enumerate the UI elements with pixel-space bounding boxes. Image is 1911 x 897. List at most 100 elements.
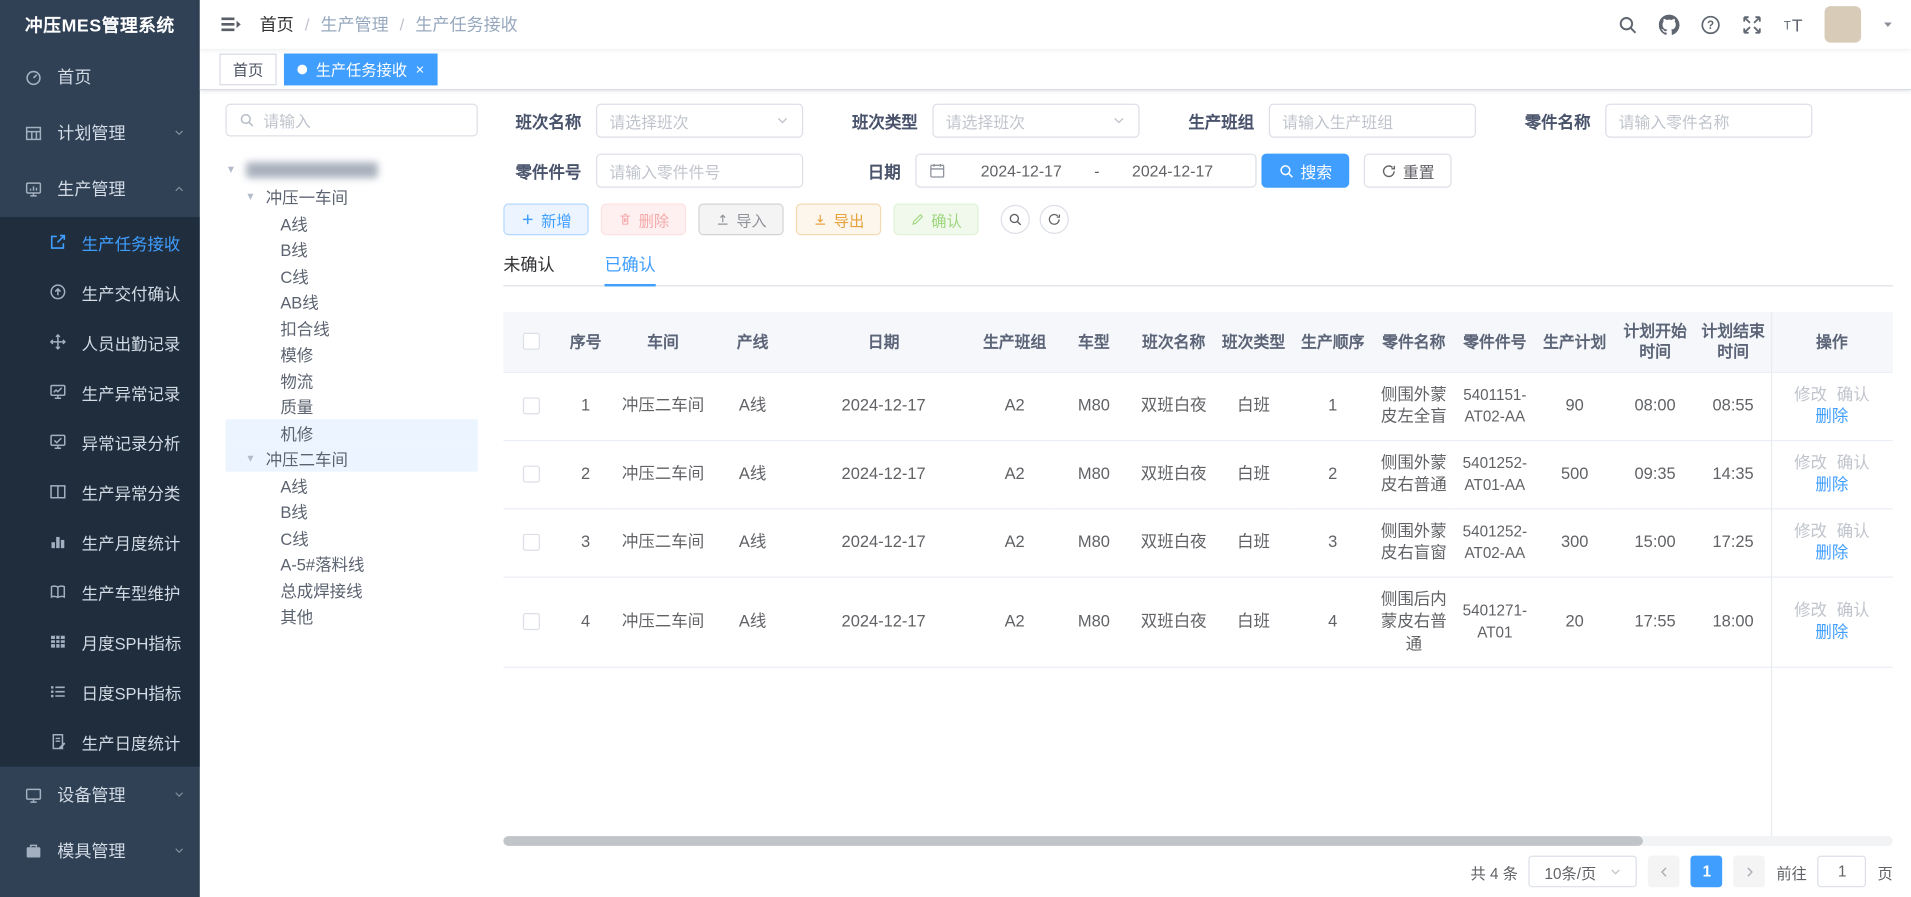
tree-node-label: 质量 <box>280 394 313 418</box>
prev-page-button[interactable] <box>1648 856 1680 888</box>
tab-confirmed[interactable]: 已确认 <box>605 252 656 285</box>
tree-node[interactable]: 扣合线 <box>225 314 477 340</box>
date-start[interactable]: 2024-12-17 <box>951 161 1092 179</box>
filter-part-no-input[interactable]: 请输入零件件号 <box>596 154 803 188</box>
row-action-confirm[interactable]: 确认 <box>1837 601 1870 619</box>
goto-page-input[interactable]: 1 <box>1818 856 1867 888</box>
date-range-picker[interactable]: 2024-12-17-2024-12-17 <box>915 154 1256 188</box>
sidebar-item-daily-stats[interactable]: 生产日度统计 <box>0 717 200 767</box>
tree-node[interactable]: A线 <box>225 472 477 498</box>
next-page-button[interactable] <box>1734 856 1766 888</box>
tree-node[interactable]: 质量 <box>225 393 477 419</box>
reset-button[interactable]: 重置 <box>1364 154 1452 188</box>
current-page-button[interactable]: 1 <box>1691 856 1723 888</box>
row-checkbox[interactable] <box>522 534 539 551</box>
search-circle-button[interactable] <box>1001 205 1030 234</box>
help-icon[interactable]: ? <box>1700 14 1721 35</box>
row-checkbox[interactable] <box>522 466 539 483</box>
row-action-delete[interactable]: 删除 <box>1815 623 1848 641</box>
sidebar-item-abnormal-analysis[interactable]: 异常记录分析 <box>0 417 200 467</box>
font-size-icon[interactable]: TT <box>1783 14 1804 35</box>
date-end[interactable]: 2024-12-17 <box>1102 161 1243 179</box>
row-action-edit[interactable]: 修改 <box>1794 385 1827 403</box>
sidebar-item-attendance-record[interactable]: 人员出勤记录 <box>0 317 200 367</box>
tree-node[interactable]: 机修 <box>225 419 477 445</box>
filter-team-input[interactable]: 请输入生产班组 <box>1269 104 1476 138</box>
row-checkbox[interactable] <box>522 613 539 630</box>
row-checkbox[interactable] <box>522 397 539 414</box>
tree-node[interactable]: A线 <box>225 210 477 236</box>
sidebar-item-abnormal-category[interactable]: 生产异常分类 <box>0 467 200 517</box>
sidebar-toggle-icon[interactable] <box>219 13 241 35</box>
tag-task-receive[interactable]: 生产任务接收× <box>284 53 438 85</box>
close-icon[interactable]: × <box>416 62 425 77</box>
dept-tree-panel: 请输入 ▾▾冲压一车间A线B线C线AB线扣合线模修物流质量机修▾冲压二车间A线B… <box>225 104 477 888</box>
tree-node[interactable]: 物流 <box>225 367 477 393</box>
tree-node[interactable]: 总成焊接线 <box>225 576 477 602</box>
sidebar-item-mold-mgmt[interactable]: 模具管理 <box>0 823 200 879</box>
refresh-circle-button[interactable] <box>1040 205 1069 234</box>
select-all-checkbox[interactable] <box>522 333 539 350</box>
tree-node[interactable]: ▾冲压二车间 <box>225 445 477 471</box>
user-avatar[interactable] <box>1825 6 1862 43</box>
tree-node[interactable]: C线 <box>225 524 477 550</box>
tree-node[interactable]: ▾ <box>225 157 477 183</box>
sidebar-item-monthly-stats[interactable]: 生产月度统计 <box>0 517 200 567</box>
sidebar-item-plan-mgmt[interactable]: 计划管理 <box>0 105 200 161</box>
table-row: 3冲压二车间A线2024-12-17A2M80双班白夜白班3侧围外蒙皮右盲窗54… <box>503 508 1892 576</box>
filter-shift-type-select[interactable]: 请选择班次 <box>932 104 1139 138</box>
placeholder: 请选择班次 <box>609 109 688 132</box>
cell-shift-type: 白班 <box>1214 440 1293 508</box>
tree-node[interactable]: B线 <box>225 498 477 524</box>
svg-text:T: T <box>1792 15 1803 35</box>
tree-search-input[interactable]: 请输入 <box>225 104 477 137</box>
row-action-confirm[interactable]: 确认 <box>1837 521 1870 539</box>
tab-unconfirmed[interactable]: 未确认 <box>503 252 554 285</box>
row-action-edit[interactable]: 修改 <box>1794 601 1827 619</box>
sidebar-item-production-mgmt[interactable]: 生产管理 <box>0 161 200 217</box>
search-icon[interactable] <box>1617 14 1638 35</box>
confirm-button[interactable]: 确认 <box>893 204 978 236</box>
fullscreen-icon[interactable] <box>1742 14 1763 35</box>
sidebar-item-device-mgmt[interactable]: 设备管理 <box>0 767 200 823</box>
breadcrumb-item[interactable]: 生产管理 <box>320 12 388 36</box>
filter-group-date: 日期2024-12-17-2024-12-17 <box>840 154 1257 188</box>
row-action-delete[interactable]: 删除 <box>1815 544 1848 562</box>
page-size-select[interactable]: 10条/页 <box>1529 856 1637 888</box>
tree-node[interactable]: 其他 <box>225 603 477 629</box>
cell-team: A2 <box>975 440 1054 508</box>
add-button[interactable]: 新增 <box>503 204 588 236</box>
tree-node[interactable]: 模修 <box>225 341 477 367</box>
row-action-delete[interactable]: 删除 <box>1815 475 1848 493</box>
sidebar-item-task-receive[interactable]: 生产任务接收 <box>0 217 200 267</box>
tree-node[interactable]: A-5#落料线 <box>225 550 477 576</box>
breadcrumb-separator: / <box>400 15 405 35</box>
move-icon <box>49 333 67 351</box>
export-button[interactable]: 导出 <box>796 204 881 236</box>
row-action-delete[interactable]: 删除 <box>1815 407 1848 425</box>
row-action-confirm[interactable]: 确认 <box>1837 453 1870 471</box>
horizontal-scrollbar-thumb[interactable] <box>503 836 1643 846</box>
tree-node[interactable]: AB线 <box>225 288 477 314</box>
tag-home[interactable]: 首页 <box>219 53 276 85</box>
row-action-confirm[interactable]: 确认 <box>1837 385 1870 403</box>
sidebar-item-daily-sph[interactable]: 日度SPH指标 <box>0 667 200 717</box>
github-icon[interactable] <box>1659 14 1680 35</box>
import-button[interactable]: 导入 <box>698 204 783 236</box>
tree-node[interactable]: C线 <box>225 262 477 288</box>
user-menu-caret[interactable] <box>1882 15 1894 35</box>
sidebar-item-vehicle-maintain[interactable]: 生产车型维护 <box>0 567 200 617</box>
sidebar-item-home[interactable]: 首页 <box>0 49 200 105</box>
tree-node[interactable]: ▾冲压一车间 <box>225 183 477 209</box>
delete-button[interactable]: 删除 <box>601 204 686 236</box>
sidebar-item-abnormal-record[interactable]: 生产异常记录 <box>0 367 200 417</box>
tree-node[interactable]: B线 <box>225 236 477 262</box>
sidebar-item-delivery-confirm[interactable]: 生产交付确认 <box>0 267 200 317</box>
sidebar-item-monthly-sph[interactable]: 月度SPH指标 <box>0 617 200 667</box>
row-action-edit[interactable]: 修改 <box>1794 453 1827 471</box>
filter-shift-name-select[interactable]: 请选择班次 <box>596 104 803 138</box>
row-action-edit[interactable]: 修改 <box>1794 521 1827 539</box>
filter-part-name-input[interactable]: 请输入零件名称 <box>1605 104 1812 138</box>
search-button[interactable]: 搜索 <box>1261 154 1349 188</box>
breadcrumb-item[interactable]: 首页 <box>260 12 294 36</box>
